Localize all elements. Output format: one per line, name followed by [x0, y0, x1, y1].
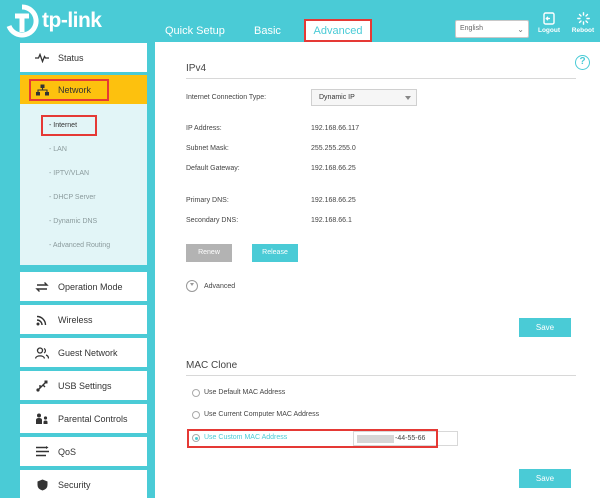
sidebar-item-status[interactable]: Status [20, 43, 147, 72]
submenu-dynamic-dns[interactable]: - Dynamic DNS [49, 218, 97, 225]
chevron-down-icon [405, 96, 411, 100]
radio-default-mac-label[interactable]: Use Default MAC Address [204, 389, 285, 396]
sidebar-item-label: QoS [58, 446, 77, 457]
language-select[interactable]: English ⌄ [455, 20, 529, 38]
network-highlight [29, 79, 109, 101]
reboot-button[interactable]: Reboot [568, 12, 598, 34]
radio-default-mac[interactable] [192, 389, 200, 397]
mac-clone-save-button[interactable]: Save [519, 469, 571, 488]
renew-button[interactable]: Renew [186, 244, 232, 262]
tab-advanced[interactable]: Advanced [304, 19, 372, 42]
subnet-mask-label: Subnet Mask: [186, 145, 229, 152]
chevron-down-icon: ⌄ [517, 25, 524, 34]
ipv4-divider [186, 78, 576, 79]
sidebar-item-guest-network[interactable]: Guest Network [20, 338, 147, 367]
mac-clone-divider [186, 375, 576, 376]
sidebar-item-wireless[interactable]: Wireless [20, 305, 147, 334]
ipv4-section-title: IPv4 [186, 63, 207, 74]
submenu-iptv-vlan[interactable]: - IPTV/VLAN [49, 170, 89, 177]
ip-address-label: IP Address: [186, 125, 222, 132]
sidebar-item-usb-settings[interactable]: USB Settings [20, 371, 147, 400]
sidebar-item-parental-controls[interactable]: Parental Controls [20, 404, 147, 433]
sidebar-item-label: Guest Network [58, 347, 118, 358]
sidebar-item-label: Status [58, 52, 84, 63]
guest-icon [34, 346, 50, 359]
conn-type-label: Internet Connection Type: [186, 94, 267, 101]
advanced-toggle[interactable] [186, 280, 198, 292]
submenu-lan[interactable]: - LAN [49, 146, 67, 153]
language-value: English [460, 25, 483, 32]
pulse-icon [34, 52, 50, 63]
top-bar: tp-link Quick Setup Basic Advanced Engli… [0, 0, 600, 42]
sidebar-item-operation-mode[interactable]: Operation Mode [20, 272, 147, 301]
brand-name: tp-link [42, 9, 102, 32]
sidebar-item-label: USB Settings [58, 380, 112, 391]
secondary-dns-label: Secondary DNS: [186, 217, 239, 224]
subnet-mask-value: 255.255.255.0 [311, 145, 356, 152]
usb-icon [34, 380, 50, 392]
default-gateway-label: Default Gateway: [186, 165, 240, 172]
tab-quick-setup[interactable]: Quick Setup [165, 20, 225, 42]
tab-basic[interactable]: Basic [254, 20, 281, 42]
logout-icon [543, 12, 555, 25]
logout-label: Logout [537, 27, 561, 34]
qos-icon [34, 446, 50, 457]
secondary-dns-value: 192.168.66.1 [311, 217, 352, 224]
ip-address-value: 192.168.66.117 [311, 125, 360, 132]
radio-current-mac[interactable] [192, 411, 200, 419]
release-button[interactable]: Release [252, 244, 298, 262]
reboot-label: Reboot [571, 27, 595, 34]
submenu-advanced-routing[interactable]: - Advanced Routing [49, 242, 110, 249]
primary-dns-label: Primary DNS: [186, 197, 229, 204]
radio-current-mac-label[interactable]: Use Current Computer MAC Address [204, 411, 319, 418]
operation-mode-icon [34, 281, 50, 293]
connection-type-value: Dynamic IP [319, 94, 355, 101]
sidebar-item-security[interactable]: Security [20, 470, 147, 498]
sidebar-item-label: Security [58, 479, 91, 490]
advanced-toggle-label[interactable]: Advanced [204, 283, 235, 290]
wireless-icon [34, 314, 50, 326]
ipv4-save-button[interactable]: Save [519, 318, 571, 337]
shield-icon [34, 479, 50, 491]
mac-clone-section-title: MAC Clone [186, 360, 238, 371]
submenu-dhcp-server[interactable]: - DHCP Server [49, 194, 96, 201]
primary-dns-value: 192.168.66.25 [311, 197, 356, 204]
chevron-down-icon [190, 283, 194, 286]
reboot-icon [576, 12, 590, 25]
tp-link-logo-icon [6, 4, 39, 38]
tp-link-logo[interactable]: tp-link [5, 2, 102, 40]
default-gateway-value: 192.168.66.25 [311, 165, 356, 172]
help-icon[interactable]: ? [575, 55, 590, 70]
sidebar-item-label: Wireless [58, 314, 93, 325]
sidebar-item-label: Operation Mode [58, 281, 123, 292]
sidebar-item-qos[interactable]: QoS [20, 437, 147, 466]
connection-type-select[interactable]: Dynamic IP [311, 89, 417, 106]
sidebar-item-label: Parental Controls [58, 413, 128, 424]
parental-icon [34, 413, 50, 425]
custom-mac-highlight [187, 429, 438, 448]
internet-highlight [41, 115, 97, 136]
logout-button[interactable]: Logout [534, 12, 564, 34]
